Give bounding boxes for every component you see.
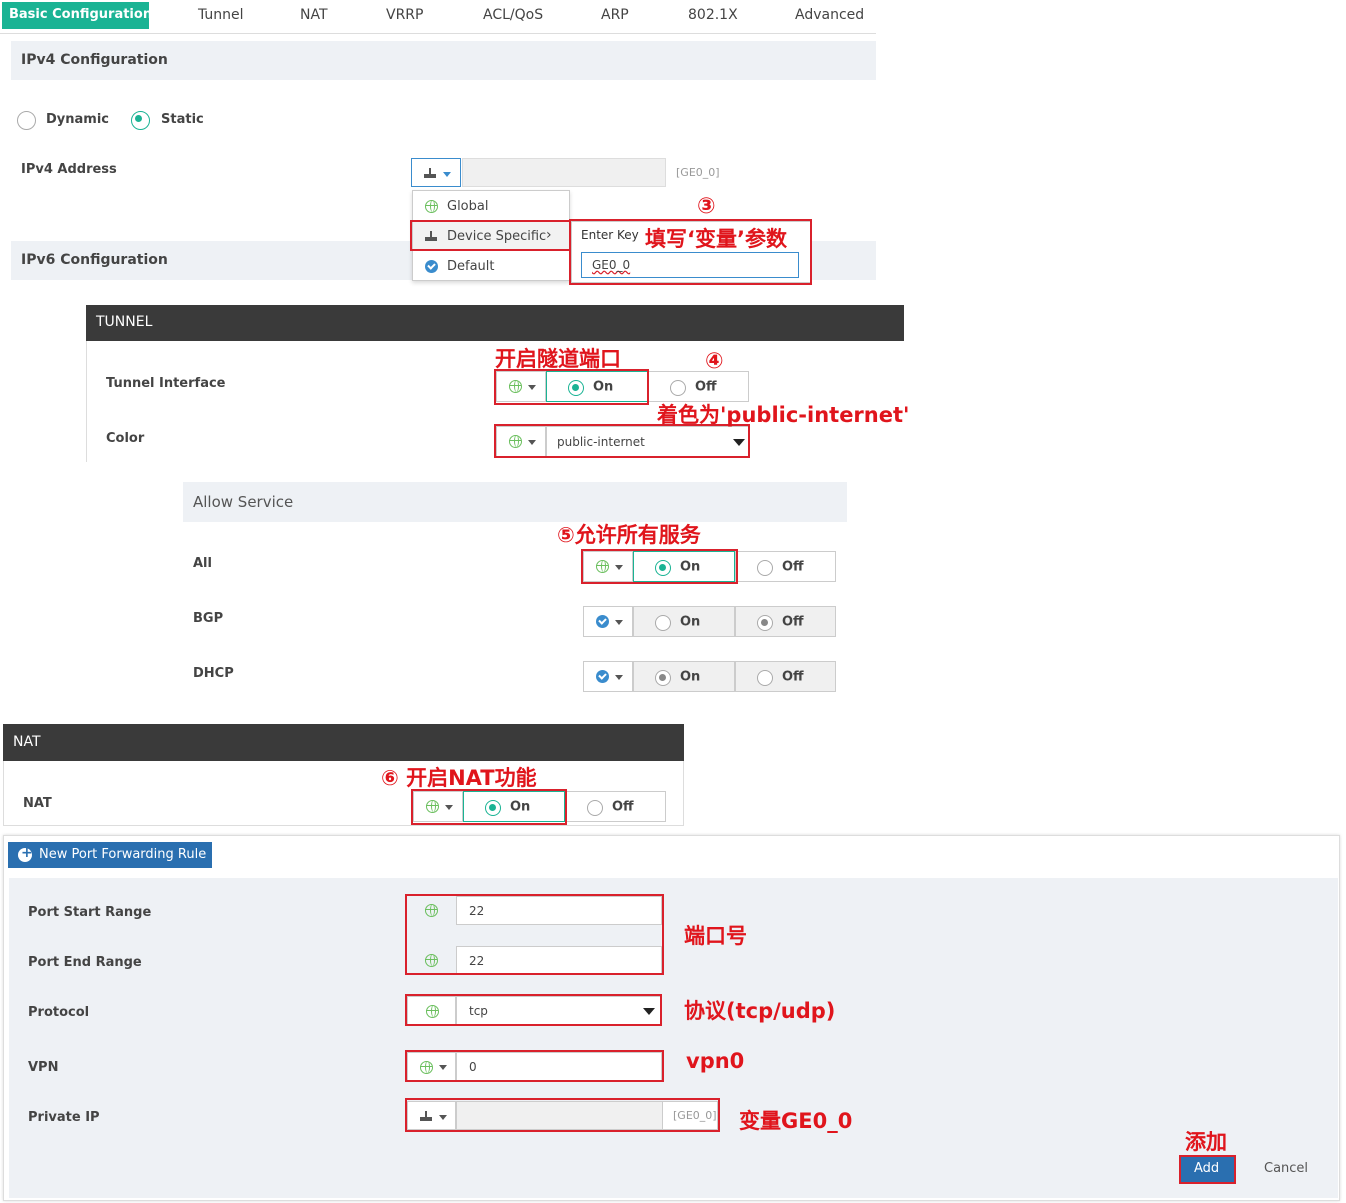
port-start-label: Port Start Range	[28, 905, 152, 920]
annotation-step4-title: 开启隧道端口	[495, 347, 621, 371]
highlight-device-specific	[410, 220, 571, 251]
default-check-icon	[596, 670, 609, 683]
tab-basic-configuration[interactable]: Basic Configuration	[2, 2, 153, 29]
annotation-step3-text: 填写‘变量’参数	[645, 227, 787, 251]
off-label: Off	[695, 379, 717, 394]
ipv4-scope-dropdown[interactable]	[411, 158, 461, 187]
off-label: Off	[612, 799, 634, 814]
nat-header: NAT	[3, 724, 684, 761]
radio-on-icon	[757, 615, 773, 631]
ipv4-section-title: IPv4 Configuration	[21, 52, 168, 68]
ipv4-address-input[interactable]	[462, 158, 666, 187]
radio-off-icon	[757, 670, 773, 686]
annotation-step4-number: ④	[705, 349, 724, 374]
highlight-tunnel-on	[494, 369, 649, 405]
device-icon	[424, 168, 436, 178]
allow-all-off[interactable]: Off	[735, 551, 836, 582]
tunnel-interface-off[interactable]: Off	[648, 371, 749, 402]
new-port-forwarding-rule-button[interactable]: + New Port Forwarding Rule	[8, 842, 212, 868]
scope-menu-default-label: Default	[447, 259, 495, 274]
annotation-add: 添加	[1185, 1130, 1227, 1154]
globe-icon	[425, 200, 438, 213]
highlight-nat-on	[411, 789, 567, 825]
color-label: Color	[106, 431, 145, 446]
ipv6-section-title: IPv6 Configuration	[21, 252, 168, 268]
default-check-icon	[596, 615, 609, 628]
allow-bgp-scope-dropdown[interactable]	[583, 606, 633, 637]
allow-bgp-on[interactable]: On	[633, 606, 735, 637]
cancel-button[interactable]: Cancel	[1264, 1161, 1308, 1176]
tab-nat[interactable]: NAT	[300, 7, 328, 23]
annotation-var: 变量GE0_0	[739, 1109, 853, 1133]
highlight-private-ip	[405, 1098, 720, 1132]
static-radio[interactable]	[131, 111, 150, 130]
on-label: On	[680, 669, 701, 684]
allow-bgp-label: BGP	[193, 611, 224, 626]
annotation-step6: ⑥ 开启NAT功能	[381, 766, 537, 790]
tunnel-header: TUNNEL	[86, 305, 904, 341]
highlight-color	[494, 424, 750, 458]
highlight-vpn	[405, 1050, 664, 1082]
dynamic-label: Dynamic	[46, 112, 110, 127]
allow-dhcp-label: DHCP	[193, 666, 234, 681]
annotation-vpn: vpn0	[686, 1049, 745, 1073]
allow-dhcp-on[interactable]: On	[633, 661, 735, 692]
nat-label: NAT	[23, 796, 52, 811]
caret-down-icon	[443, 172, 451, 177]
radio-on-icon	[655, 670, 671, 686]
off-label: Off	[782, 559, 804, 574]
radio-off-icon	[670, 380, 686, 396]
ipv4-section-header: IPv4 Configuration	[11, 41, 876, 80]
plus-sign: +	[21, 845, 33, 861]
highlight-add	[1179, 1155, 1236, 1184]
static-label: Static	[161, 112, 204, 127]
tab-acl-qos[interactable]: ACL/QoS	[483, 7, 543, 23]
ipv4-address-hint: [GE0_0]	[676, 166, 720, 179]
highlight-ports	[405, 894, 664, 975]
allow-dhcp-scope-dropdown[interactable]	[583, 661, 633, 692]
radio-off-icon	[655, 615, 671, 631]
private-ip-label: Private IP	[28, 1110, 100, 1125]
caret-down-icon	[615, 675, 623, 680]
tab-vrrp[interactable]: VRRP	[386, 7, 423, 23]
highlight-protocol	[405, 994, 662, 1026]
port-end-label: Port End Range	[28, 955, 142, 970]
ipv4-address-label: IPv4 Address	[21, 162, 117, 177]
allow-dhcp-off[interactable]: Off	[735, 661, 836, 692]
default-check-icon	[425, 260, 438, 273]
off-label: Off	[782, 614, 804, 629]
off-label: Off	[782, 669, 804, 684]
dynamic-radio[interactable]	[17, 111, 36, 130]
tab-8021x[interactable]: 802.1X	[688, 7, 738, 23]
nat-off[interactable]: Off	[565, 791, 666, 822]
new-rule-label: New Port Forwarding Rule	[39, 847, 207, 862]
tab-arp[interactable]: ARP	[601, 7, 629, 23]
highlight-allow-all	[581, 549, 738, 584]
tab-label: Basic Configuration	[9, 7, 153, 22]
protocol-label: Protocol	[28, 1005, 90, 1020]
tab-advanced[interactable]: Advanced	[795, 7, 864, 23]
annotation-step3-number: ③	[697, 194, 716, 219]
scope-menu-global-label: Global	[447, 199, 489, 214]
annotation-step4-color: 着色为'public-internet'	[657, 403, 910, 427]
scope-menu-global[interactable]: Global	[413, 191, 569, 221]
annotation-protocol: 协议(tcp/udp)	[684, 999, 836, 1023]
allow-bgp-off[interactable]: Off	[735, 606, 836, 637]
allow-service-header: Allow Service	[183, 482, 847, 522]
port-forwarding-form	[9, 878, 1338, 1198]
annotation-step5: ⑤允许所有服务	[557, 523, 701, 547]
caret-down-icon	[615, 620, 623, 625]
scope-menu-default[interactable]: Default	[413, 251, 569, 281]
tunnel-title: TUNNEL	[96, 314, 153, 330]
allow-all-label: All	[193, 556, 212, 571]
radio-off-icon	[757, 560, 773, 576]
annotation-port: 端口号	[684, 924, 747, 948]
nat-title: NAT	[13, 734, 41, 750]
allow-service-title: Allow Service	[193, 493, 294, 511]
tab-tunnel[interactable]: Tunnel	[198, 7, 244, 23]
on-label: On	[680, 614, 701, 629]
radio-off-icon	[587, 800, 603, 816]
tunnel-interface-label: Tunnel Interface	[106, 376, 226, 391]
vpn-label: VPN	[28, 1060, 59, 1075]
